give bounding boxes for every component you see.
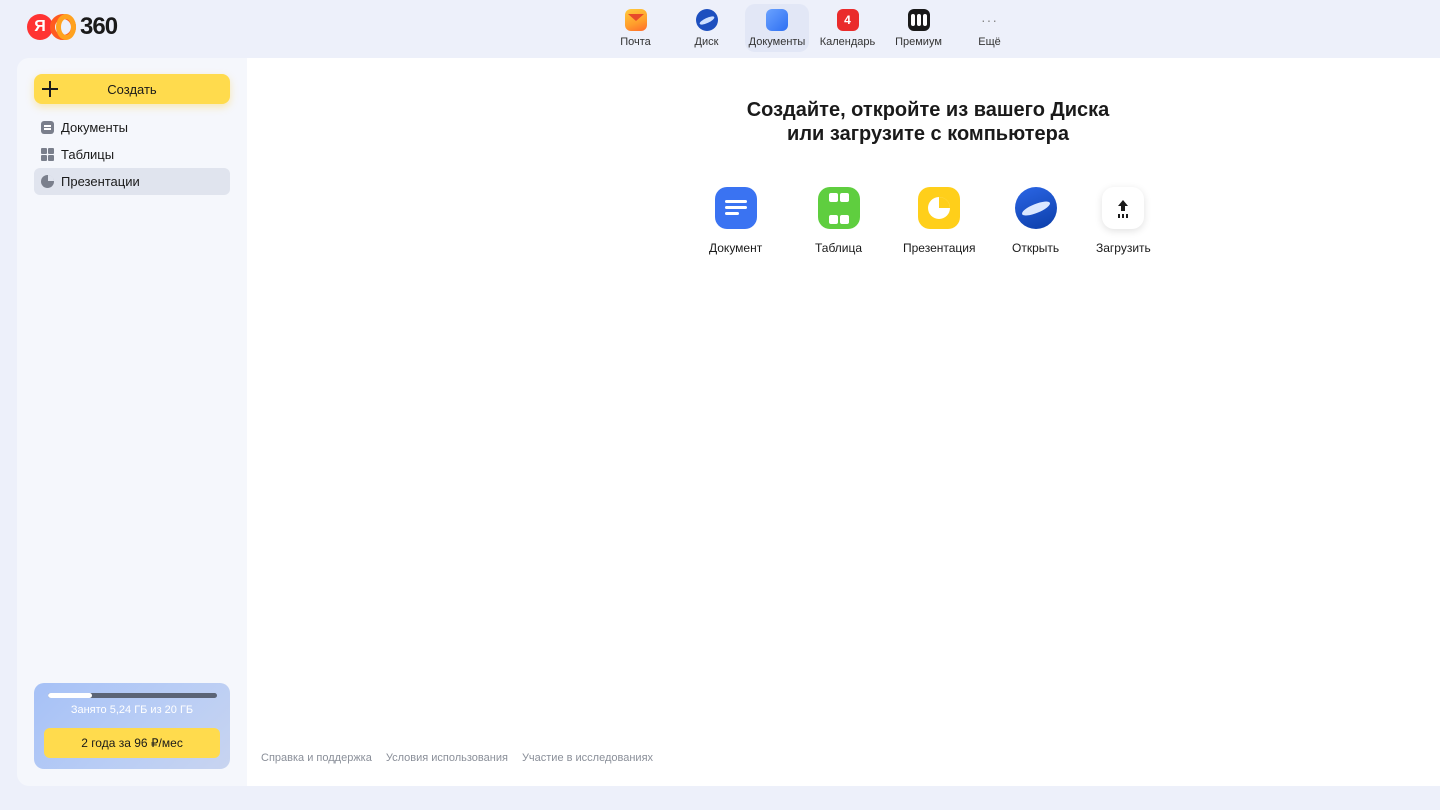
sidebar-item-presentations[interactable]: Презентации (34, 168, 230, 195)
upgrade-button[interactable]: 2 года за 96 ₽/мес (44, 728, 220, 758)
quick-actions: Документ Таблица Презентация Открыть Заг… (247, 187, 1440, 267)
storage-widget: Занято 5,24 ГБ из 20 ГБ 2 года за 96 ₽/м… (34, 683, 230, 769)
logo-rings-icon (50, 14, 78, 40)
premium-icon (907, 9, 930, 31)
sidebar-item-label: Презентации (61, 174, 140, 189)
sidebar-item-label: Таблицы (61, 147, 115, 162)
service-label: Документы (748, 36, 806, 48)
create-table-action[interactable]: Таблица (815, 187, 862, 255)
storage-usage-text: Занято 5,24 ГБ из 20 ГБ (70, 704, 194, 716)
footer-link-research[interactable]: Участие в исследованиях (522, 752, 653, 764)
footer-link-help[interactable]: Справка и поддержка (261, 752, 372, 764)
main-content: Создайте, откройте из вашего Диска или з… (247, 58, 1440, 786)
mail-icon (624, 9, 647, 31)
more-icon: ··· (981, 12, 998, 28)
action-label: Документ (709, 241, 763, 255)
create-presentation-action[interactable]: Презентация (903, 187, 976, 255)
headline-line-1: Создайте, откройте из вашего Диска (746, 99, 1110, 121)
presentation-icon (41, 175, 54, 188)
upload-action[interactable]: Загрузить (1096, 187, 1151, 255)
action-label: Загрузить (1096, 241, 1151, 255)
storage-progress-fill (48, 693, 93, 698)
service-documents[interactable]: Документы (745, 4, 809, 52)
service-premium[interactable]: Премиум (883, 4, 954, 52)
create-button-label: Создать (107, 81, 157, 97)
storage-progress-bar (48, 693, 217, 698)
docs-icon (766, 9, 788, 31)
create-document-action[interactable]: Документ (709, 187, 762, 255)
sidebar-item-label: Документы (61, 120, 129, 135)
action-label: Таблица (815, 241, 863, 255)
yandex-360-logo[interactable]: Я 360 (27, 12, 118, 42)
calendar-icon: 4 (836, 9, 859, 31)
sidebar-item-documents[interactable]: Документы (34, 114, 230, 141)
disk-icon (1014, 187, 1057, 229)
table-icon (41, 148, 54, 161)
service-calendar[interactable]: 4 Календарь (812, 4, 883, 52)
service-label: Почта (620, 36, 651, 48)
logo-text: 360 (80, 13, 118, 40)
sidebar-item-tables[interactable]: Таблицы (34, 141, 230, 168)
create-button[interactable]: Создать (34, 74, 230, 104)
service-label: Премиум (895, 36, 942, 48)
document-icon (714, 187, 757, 229)
service-label: Диск (694, 36, 719, 48)
upload-icon (1102, 187, 1145, 229)
footer: Справка и поддержка Условия использовани… (261, 752, 667, 764)
service-label: Ещё (978, 36, 1001, 48)
sidebar-nav: Документы Таблицы Презентации (34, 114, 230, 195)
footer-link-terms[interactable]: Условия использования (386, 752, 508, 764)
plus-icon (42, 81, 58, 97)
page-headline: Создайте, откройте из вашего Диска или з… (695, 98, 1161, 146)
services-nav: Почта Диск Документы 4 Календарь Премиум… (600, 4, 1025, 52)
service-more[interactable]: ··· Ещё (954, 4, 1025, 52)
open-from-disk-action[interactable]: Открыть (1012, 187, 1059, 255)
service-mail[interactable]: Почта (600, 4, 671, 52)
table-icon (817, 187, 860, 229)
disk-icon (695, 9, 718, 31)
presentation-icon (918, 187, 961, 229)
sidebar: Создать Документы Таблицы Презентации За… (17, 58, 247, 786)
action-label: Открыть (1012, 241, 1060, 255)
service-disk[interactable]: Диск (671, 4, 742, 52)
document-icon (41, 121, 54, 134)
top-bar: Я 360 Почта Диск Документы 4 Календарь П… (0, 0, 1440, 58)
action-label: Презентация (903, 241, 976, 255)
headline-line-2: или загрузите с компьютера (787, 123, 1069, 145)
service-label: Календарь (819, 36, 876, 48)
